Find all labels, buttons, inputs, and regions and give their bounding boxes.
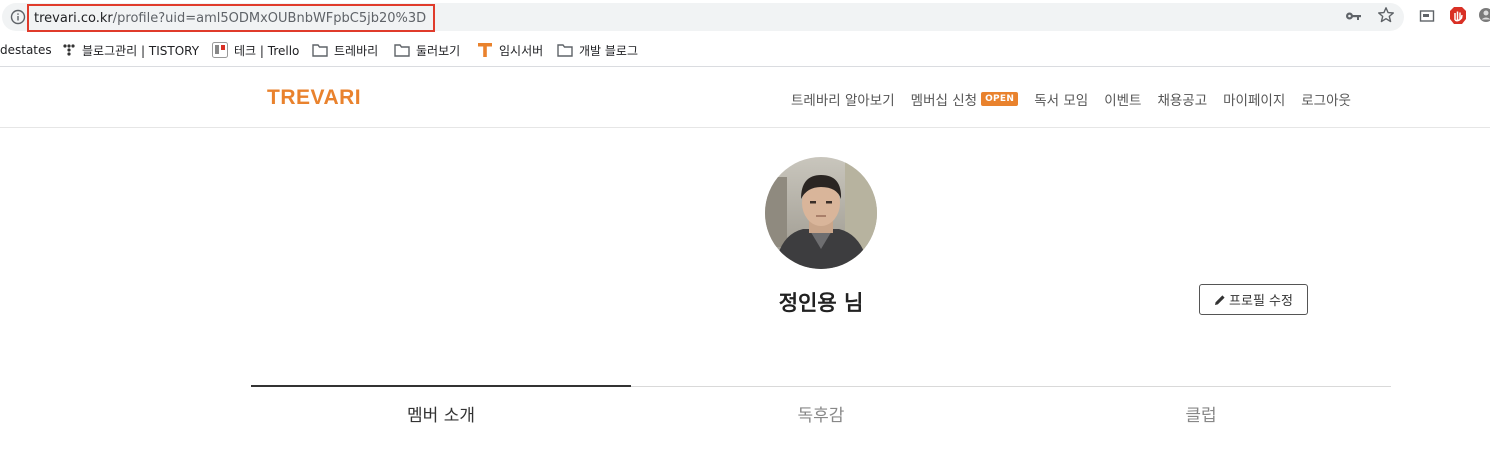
tab-member-intro[interactable]: 멤버 소개 <box>251 385 631 466</box>
adblock-icon[interactable] <box>1449 6 1467 26</box>
tab-clubs[interactable]: 클럽 <box>1011 387 1391 466</box>
nav-events[interactable]: 이벤트 <box>1104 89 1141 109</box>
nav-logout[interactable]: 로그아웃 <box>1301 89 1351 109</box>
bookmark-label: 블로그관리 | TISTORY <box>82 43 200 58</box>
bookmark-label: destates <box>0 43 52 57</box>
star-icon[interactable] <box>1377 6 1395 24</box>
trello-icon <box>212 42 228 58</box>
trevari-logo[interactable]: TREVARI <box>267 86 361 110</box>
avatar <box>765 157 877 269</box>
edit-profile-label: 프로필 수정 <box>1229 294 1293 309</box>
bookmark-dev-blog-folder[interactable]: 개발 블로그 <box>557 39 638 61</box>
profile-name: 정인용 님 <box>778 291 864 315</box>
bookmarks-bar: destates 블로그관리 | TISTORY 테크 | Trello 트레바… <box>0 34 1490 67</box>
main-nav: 트레바리 알아보기 멤버십 신청 OPEN 독서 모임 이벤트 채용공고 마이페… <box>791 89 1351 109</box>
nav-about[interactable]: 트레바리 알아보기 <box>791 89 895 109</box>
nav-membership-label: 멤버십 신청 <box>910 93 978 109</box>
tistory-icon <box>63 44 75 56</box>
edit-profile-button[interactable]: 프로필 수정 <box>1199 284 1308 315</box>
bookmark-tistory[interactable]: 블로그관리 | TISTORY <box>62 39 199 61</box>
bookmark-trevari-folder[interactable]: 트레바리 <box>312 39 378 61</box>
nav-membership[interactable]: 멤버십 신청 OPEN <box>911 89 1019 109</box>
info-icon[interactable] <box>10 9 26 25</box>
profile-icon[interactable] <box>1478 7 1490 23</box>
url-host: trevari.co.kr <box>34 10 113 26</box>
avatar-photo <box>765 157 877 269</box>
pencil-icon <box>1215 294 1226 305</box>
folder-icon <box>557 44 573 57</box>
folder-icon <box>312 44 328 57</box>
bookmark-label: 테크 | Trello <box>234 43 300 58</box>
nav-mypage[interactable]: 마이페이지 <box>1223 89 1285 109</box>
bookmark-label: 트레바리 <box>334 43 379 58</box>
bookmark-temp-server[interactable]: 임시서버 <box>477 39 543 61</box>
tab-book-reviews[interactable]: 독후감 <box>631 387 1011 466</box>
bookmark-browse-folder[interactable]: 둘러보기 <box>394 39 460 61</box>
key-icon[interactable] <box>1344 7 1362 25</box>
url-text[interactable]: trevari.co.kr/profile?uid=aml5ODMxOUBnbW… <box>27 4 436 32</box>
folder-icon <box>394 44 410 57</box>
bookmark-label: 개발 블로그 <box>579 43 639 58</box>
t-icon <box>478 43 492 57</box>
bookmark-trello[interactable]: 테크 | Trello <box>212 39 299 61</box>
cast-icon[interactable] <box>1419 8 1435 24</box>
browser-toolbar: trevari.co.kr/profile?uid=aml5ODMxOUBnbW… <box>0 0 1490 34</box>
nav-jobs[interactable]: 채용공고 <box>1157 89 1207 109</box>
bookmark-destates[interactable]: destates <box>0 39 52 61</box>
site-header: TREVARI 트레바리 알아보기 멤버십 신청 OPEN 독서 모임 이벤트 … <box>0 67 1490 128</box>
open-badge: OPEN <box>981 92 1019 106</box>
nav-book-club[interactable]: 독서 모임 <box>1034 89 1088 109</box>
url-path: /profile?uid=aml5ODMxOUBnbWFpbC5jb20%3D <box>112 10 427 26</box>
profile-tabs: 멤버 소개 독후감 클럽 <box>251 385 1391 466</box>
bookmark-label: 둘러보기 <box>416 43 461 58</box>
bookmark-label: 임시서버 <box>499 43 544 58</box>
